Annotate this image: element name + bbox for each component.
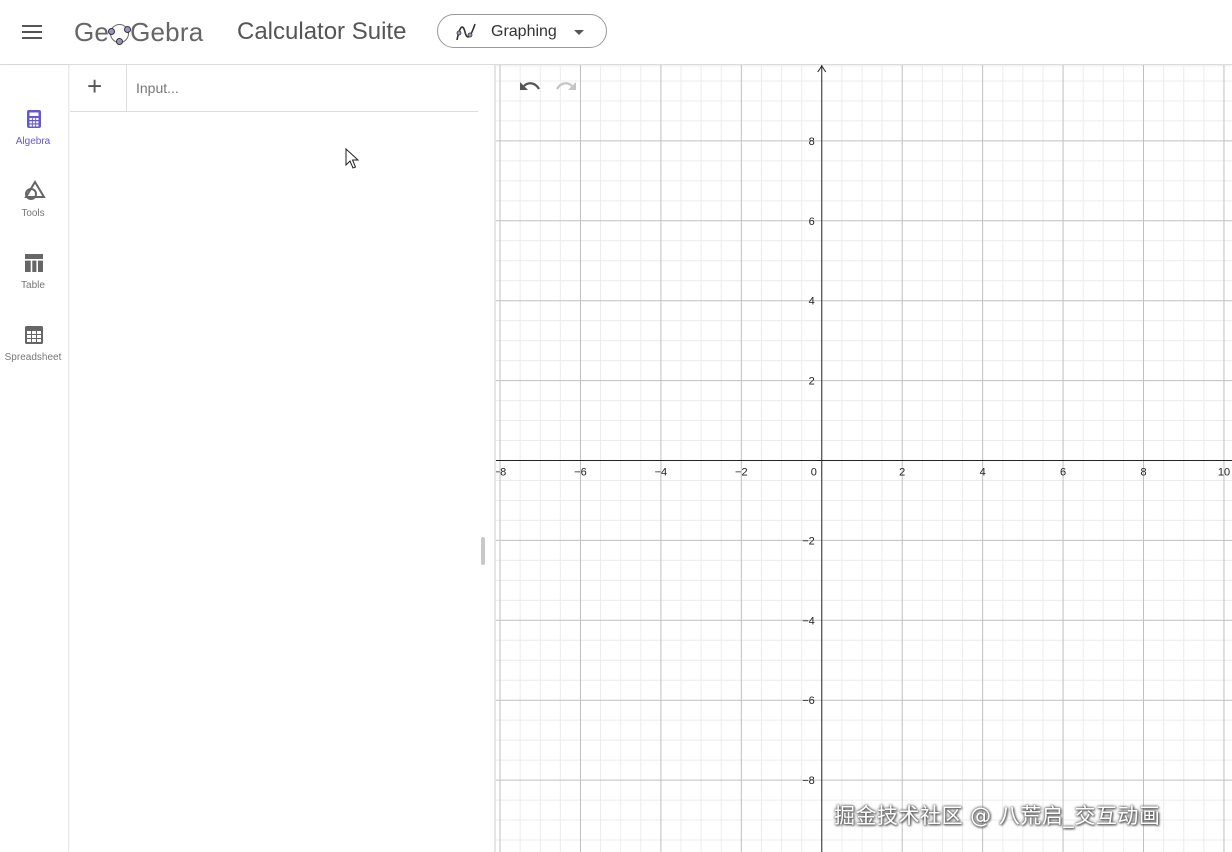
calculator-icon [27,110,41,128]
nav-rail: Algebra Tools Table Spreadsheet [0,65,69,852]
y-tick-label: −6 [802,695,815,707]
rail-item-spreadsheet[interactable]: Spreadsheet [0,317,68,377]
major-grid [496,65,1232,852]
y-tick-label: −8 [802,775,815,787]
rail-item-table[interactable]: Table [0,245,68,305]
rail-label-spreadsheet: Spreadsheet [4,352,62,363]
x-tick-label: 0 [811,466,817,478]
x-tick-label: 2 [899,466,905,478]
algebra-panel: + [70,65,494,852]
minor-grid [496,65,1232,852]
x-tick-label: 10 [1218,466,1230,478]
panel-resize-handle[interactable] [481,537,485,565]
algebra-input-row: + [70,65,478,112]
plus-icon: + [87,71,103,101]
shapes-icon [24,180,46,200]
rail-label-tools: Tools [21,208,45,219]
table-icon [25,254,43,272]
undo-icon [520,82,540,90]
graphing-icon [456,23,476,41]
geogebra-logo[interactable]: Ge Gebra [74,14,203,50]
spreadsheet-icon [25,326,43,344]
graph-canvas[interactable]: −8 −6 −4 −2 0 2 4 6 8 10 8 6 4 2 −2 −4 −6 −8 [496,65,1232,852]
y-tick-label: −4 [802,615,815,627]
app-header: Ge Gebra Calculator Suite Graphing [0,0,1232,65]
rail-item-tools[interactable]: Tools [0,173,68,233]
add-button[interactable]: + [70,65,127,111]
x-tick-labels: −8 −6 −4 −2 0 2 4 6 8 10 [496,466,1230,478]
redo-icon [556,82,576,90]
axes [496,65,1232,852]
graphics-view[interactable]: −8 −6 −4 −2 0 2 4 6 8 10 8 6 4 2 −2 −4 −6 −8 掘金技术社区 @ 八荒… [496,65,1232,852]
y-tick-label: 2 [809,376,815,388]
logo-text-end: Gebra [130,17,204,47]
y-tick-label: −2 [802,535,815,547]
y-tick-label: 8 [809,136,815,148]
x-tick-label: 4 [980,466,986,478]
y-tick-labels: 8 6 4 2 −2 −4 −6 −8 [802,136,815,787]
watermark: 掘金技术社区 @ 八荒启_交互动画 [834,804,1161,828]
x-tick-label: −6 [574,466,587,478]
app-switcher-button[interactable]: Graphing [437,14,607,48]
menu-button[interactable] [18,20,48,44]
x-tick-label: −2 [735,466,748,478]
logo-ring-icon [108,24,132,45]
x-tick-label: 6 [1060,466,1066,478]
app-switcher-label: Graphing [491,23,557,40]
rail-label-algebra: Algebra [15,136,51,147]
undo-button[interactable] [518,79,542,104]
y-tick-label: 4 [809,296,815,308]
algebra-input[interactable] [136,77,466,99]
y-tick-label: 6 [809,216,815,228]
mouse-pointer-icon [345,148,360,169]
x-tick-label: −4 [655,466,668,478]
logo-text-start: Ge [74,17,110,47]
hamburger-icon [22,25,42,39]
rail-item-algebra[interactable]: Algebra [0,101,68,161]
rail-label-table: Table [21,280,45,291]
x-tick-label: −8 [496,466,506,478]
caret-down-icon [574,30,584,35]
redo-button[interactable] [554,79,578,104]
suite-title: Calculator Suite [237,18,407,45]
x-tick-label: 8 [1140,466,1146,478]
